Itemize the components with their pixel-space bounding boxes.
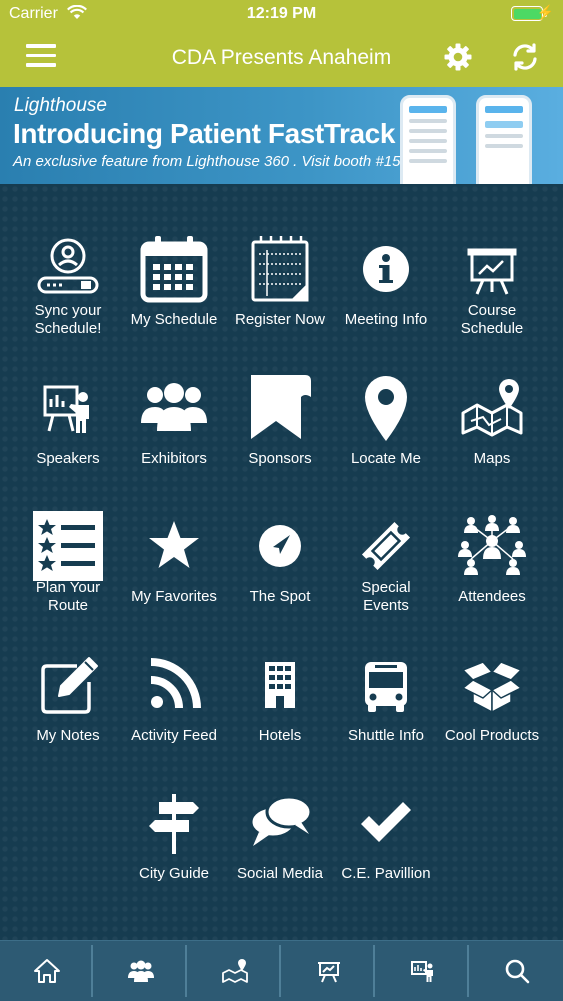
calendar-icon (139, 234, 209, 304)
tile-special-events[interactable]: Special Events (333, 475, 439, 614)
tile-sponsors[interactable]: Sponsors (227, 337, 333, 475)
phone-mockup-image (400, 95, 456, 184)
search-icon (505, 959, 530, 984)
tile-plan-route[interactable]: Plan Your Route (15, 475, 121, 614)
tile-my-notes[interactable]: My Notes (15, 614, 121, 752)
phone-mockup-image (476, 95, 532, 184)
banner-brand: Lighthouse (14, 95, 107, 116)
building-icon (245, 650, 315, 720)
feature-grid: Sync your Schedule! My Schedule Register… (0, 184, 563, 940)
tile-register-now[interactable]: Register Now (227, 198, 333, 336)
folded-map-icon (457, 373, 527, 443)
charging-icon: ⚡ (536, 4, 554, 20)
tile-speakers[interactable]: Speakers (15, 337, 121, 475)
tile-exhibitors[interactable]: Exhibitors (121, 337, 227, 475)
page-title: CDA Presents Anaheim (171, 46, 392, 69)
tile-label: City Guide (138, 865, 210, 882)
banner-subtext: An exclusive feature from Lighthouse 360… (13, 153, 418, 170)
tile-my-schedule[interactable]: My Schedule (121, 198, 227, 336)
tile-the-spot[interactable]: The Spot (227, 475, 333, 613)
info-icon (351, 234, 421, 304)
tile-label: Sync your Schedule! (34, 302, 102, 337)
sync-schedule-icon (33, 234, 103, 304)
status-bar: Carrier 12:19 PM ⚡ (0, 0, 563, 30)
tile-label: Shuttle Info (348, 727, 424, 744)
tile-label: Register Now (234, 311, 326, 328)
tile-city-guide[interactable]: City Guide (121, 752, 227, 890)
speaker-icon (411, 961, 433, 982)
banner-headline: Introducing Patient FastTrack (13, 118, 396, 149)
tile-label: My Notes (36, 727, 100, 744)
folded-map-icon (222, 959, 248, 983)
navbar: CDA Presents Anaheim (0, 30, 563, 87)
tile-my-favorites[interactable]: My Favorites (121, 475, 227, 613)
tile-label: C.E. Pavillion (341, 865, 431, 882)
bus-icon (351, 650, 421, 720)
gear-icon[interactable] (443, 42, 473, 77)
tile-label: Activity Feed (131, 727, 217, 744)
checkmark-icon (351, 788, 421, 858)
tile-label: Plan Your Route (35, 579, 101, 614)
star-list-icon (33, 511, 103, 581)
tile-sync-schedule[interactable]: Sync your Schedule! (15, 198, 121, 337)
presentation-board-icon (457, 234, 527, 304)
edit-note-icon (33, 650, 103, 720)
tab-speakers[interactable] (376, 941, 469, 1001)
tile-label: Locate Me (350, 450, 422, 467)
people-group-icon (128, 960, 154, 982)
network-people-icon (457, 511, 527, 581)
tab-home[interactable] (0, 941, 93, 1001)
tile-label: Special Events (361, 579, 411, 614)
tile-ce-pavillion[interactable]: C.E. Pavillion (333, 752, 439, 890)
chat-bubbles-icon (245, 788, 315, 858)
tile-maps[interactable]: Maps (439, 337, 545, 475)
tile-label: The Spot (249, 588, 311, 605)
presentation-board-icon (318, 962, 340, 983)
bookmark-ribbon-icon (245, 373, 315, 443)
ticket-icon (351, 511, 421, 581)
tile-label: Maps (473, 450, 511, 467)
home-icon (34, 959, 60, 983)
tile-label: Speakers (36, 450, 100, 467)
tab-maps[interactable] (188, 941, 281, 1001)
tab-search[interactable] (470, 941, 563, 1001)
rss-icon (139, 650, 209, 720)
tile-locate-me[interactable]: Locate Me (333, 337, 439, 475)
tab-bar (0, 940, 563, 1001)
tile-label: Sponsors (248, 450, 312, 467)
tile-label: My Favorites (131, 588, 217, 605)
tile-meeting-info[interactable]: Meeting Info (333, 198, 439, 336)
tile-label: Cool Products (444, 727, 540, 744)
map-pin-icon (351, 373, 421, 443)
navigation-arrow-icon (245, 511, 315, 581)
tile-social-media[interactable]: Social Media (227, 752, 333, 890)
speaker-icon (33, 373, 103, 443)
tile-attendees[interactable]: Attendees (439, 475, 545, 613)
tile-label: Hotels (258, 727, 302, 744)
star-icon (139, 511, 209, 581)
promo-banner[interactable]: Lighthouse Introducing Patient FastTrack… (0, 87, 563, 184)
tile-label: Attendees (458, 588, 526, 605)
tile-shuttle-info[interactable]: Shuttle Info (333, 614, 439, 752)
tile-activity-feed[interactable]: Activity Feed (121, 614, 227, 752)
tile-label: Course Schedule (460, 302, 524, 337)
tab-exhibitors[interactable] (94, 941, 187, 1001)
people-group-icon (139, 373, 209, 443)
tab-course-schedule[interactable] (282, 941, 375, 1001)
notepad-icon (245, 234, 315, 304)
clock: 12:19 PM (246, 5, 317, 22)
tile-cool-products[interactable]: Cool Products (439, 614, 545, 752)
tile-course-schedule[interactable]: Course Schedule (439, 198, 545, 337)
tile-label: Social Media (237, 865, 323, 882)
tile-hotels[interactable]: Hotels (227, 614, 333, 752)
tile-label: Exhibitors (141, 450, 207, 467)
signpost-icon (139, 788, 209, 858)
tile-label: My Schedule (130, 311, 218, 328)
tile-label: Meeting Info (344, 311, 428, 328)
refresh-icon[interactable] (510, 42, 540, 77)
open-box-icon (457, 650, 527, 720)
